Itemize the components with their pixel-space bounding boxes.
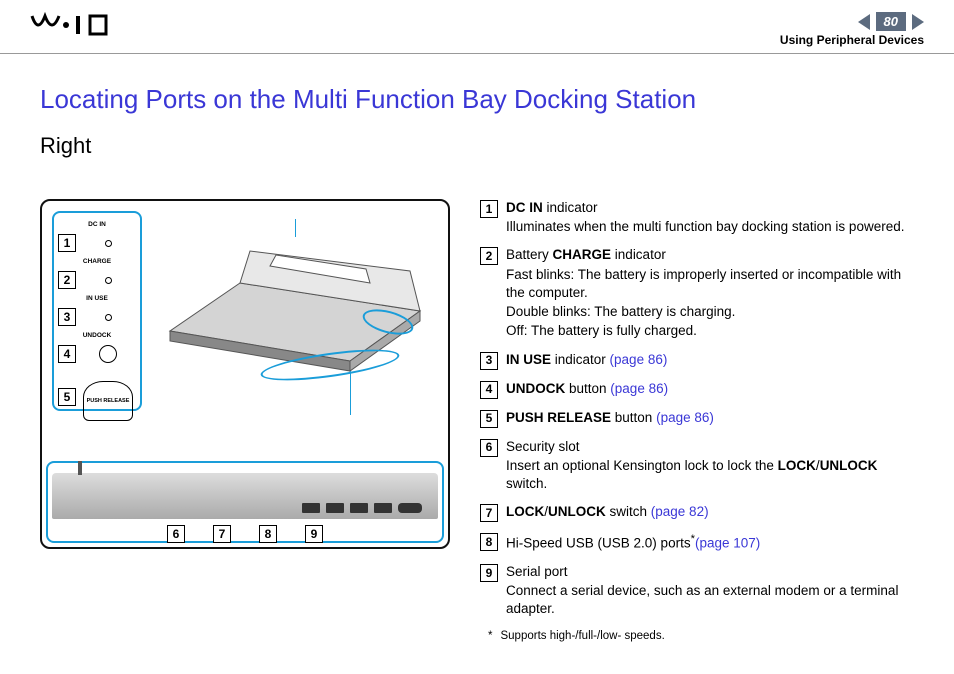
legend-item-3: 3 IN USE indicator (page 86) xyxy=(480,351,914,370)
vaio-logo xyxy=(30,12,140,38)
legend-8-link[interactable]: (page 107) xyxy=(695,536,760,551)
legend-num-9: 9 xyxy=(480,564,498,582)
header-right: 80 Using Peripheral Devices xyxy=(780,12,924,47)
legend-item-4: 4 UNDOCK button (page 86) xyxy=(480,380,914,399)
legend-1-bold: DC IN xyxy=(506,200,543,215)
legend-7-unlock: UNLOCK xyxy=(548,504,606,519)
legend-2-pre: Battery xyxy=(506,247,553,262)
legend-9-title: Serial port xyxy=(506,563,914,581)
legend-item-9: 9 Serial port Connect a serial device, s… xyxy=(480,563,914,619)
lock-switch-icon xyxy=(326,503,344,513)
legend-6-lock: LOCK xyxy=(778,458,816,473)
legend-num-3: 3 xyxy=(480,352,498,370)
legend-2-line3: Off: The battery is fully charged. xyxy=(506,322,914,340)
legend-4-bold: UNDOCK xyxy=(506,381,565,396)
diagram-column: DC IN 1 CHARGE 2 IN USE 3 UNDOCK 4 5 PUSH… xyxy=(40,199,450,644)
page-title: Locating Ports on the Multi Function Bay… xyxy=(40,84,914,115)
legend-8-text: Hi-Speed USB (USB 2.0) ports xyxy=(506,536,691,551)
legend-7-text: switch xyxy=(606,504,651,519)
footnote-text: Supports high-/full-/low- speeds. xyxy=(500,630,664,642)
side-view-panel: 6 7 8 9 xyxy=(46,461,444,543)
legend-num-2: 2 xyxy=(480,247,498,265)
legend-item-8: 8 Hi-Speed USB (USB 2.0) ports*(page 107… xyxy=(480,532,914,553)
callout-4: 4 xyxy=(58,345,76,363)
diagram-box: DC IN 1 CHARGE 2 IN USE 3 UNDOCK 4 5 PUSH… xyxy=(40,199,450,549)
legend-3-bold: IN USE xyxy=(506,352,551,367)
legend-2-line2: Double blinks: The battery is charging. xyxy=(506,303,914,321)
undock-label: UNDOCK xyxy=(58,332,136,339)
page-header: 80 Using Peripheral Devices xyxy=(0,0,954,54)
legend-num-5: 5 xyxy=(480,410,498,428)
legend-5-link[interactable]: (page 86) xyxy=(656,410,714,425)
legend-item-7: 7 LOCK/UNLOCK switch (page 82) xyxy=(480,503,914,522)
serial-port-icon xyxy=(398,503,422,513)
legend-2-bold: CHARGE xyxy=(553,247,612,262)
legend-num-4: 4 xyxy=(480,381,498,399)
legend-num-1: 1 xyxy=(480,200,498,218)
page-subtitle: Right xyxy=(40,133,914,159)
legend-5-bold: PUSH RELEASE xyxy=(506,410,611,425)
legend-column: 1 DC IN indicator Illuminates when the m… xyxy=(480,199,914,644)
legend-5-text: button xyxy=(611,410,656,425)
legend-6-title: Security slot xyxy=(506,438,914,456)
dc-in-label: DC IN xyxy=(58,221,136,228)
legend-1-desc: Illuminates when the multi function bay … xyxy=(506,218,914,236)
push-release-button: PUSH RELEASE xyxy=(83,381,133,421)
page-nav: 80 xyxy=(780,12,924,31)
footnote-asterisk: * xyxy=(488,630,492,642)
indicator-panel: DC IN 1 CHARGE 2 IN USE 3 UNDOCK 4 5PUSH… xyxy=(52,211,142,411)
page-number: 80 xyxy=(876,12,906,31)
legend-6-desc-e: switch. xyxy=(506,476,547,491)
legend-9-desc: Connect a serial device, such as an exte… xyxy=(506,582,914,618)
legend-item-2: 2 Battery CHARGE indicator Fast blinks: … xyxy=(480,246,914,340)
usb-port-icon xyxy=(374,503,392,513)
next-page-arrow[interactable] xyxy=(912,14,924,30)
security-slot-icon xyxy=(302,503,320,513)
in-use-label: IN USE xyxy=(58,295,136,302)
legend-3-text: indicator xyxy=(551,352,610,367)
legend-2-post: indicator xyxy=(611,247,666,262)
legend-7-link[interactable]: (page 82) xyxy=(651,504,709,519)
usb-port-icon xyxy=(350,503,368,513)
callout-8: 8 xyxy=(259,525,277,543)
legend-2-line1: Fast blinks: The battery is improperly i… xyxy=(506,266,914,302)
callout-1: 1 xyxy=(58,234,76,252)
legend-4-text: button xyxy=(565,381,610,396)
callout-3: 3 xyxy=(58,308,76,326)
callout-9: 9 xyxy=(305,525,323,543)
legend-6-desc-a: Insert an optional Kensington lock to lo… xyxy=(506,458,778,473)
legend-7-lock: LOCK xyxy=(506,504,544,519)
legend-num-8: 8 xyxy=(480,533,498,551)
prev-page-arrow[interactable] xyxy=(858,14,870,30)
footnote: * Supports high-/full-/low- speeds. xyxy=(480,629,914,645)
charge-label: CHARGE xyxy=(58,258,136,265)
section-name: Using Peripheral Devices xyxy=(780,33,924,47)
callout-2: 2 xyxy=(58,271,76,289)
legend-num-6: 6 xyxy=(480,439,498,457)
legend-item-1: 1 DC IN indicator Illuminates when the m… xyxy=(480,199,914,236)
legend-item-5: 5 PUSH RELEASE button (page 86) xyxy=(480,409,914,428)
legend-item-6: 6 Security slot Insert an optional Kensi… xyxy=(480,438,914,494)
legend-num-7: 7 xyxy=(480,504,498,522)
callout-5: 5 xyxy=(58,388,76,406)
legend-1-text: indicator xyxy=(543,200,598,215)
callout-6: 6 xyxy=(167,525,185,543)
legend-6-unlock: UNLOCK xyxy=(820,458,878,473)
legend-3-link[interactable]: (page 86) xyxy=(610,352,668,367)
callout-7: 7 xyxy=(213,525,231,543)
legend-4-link[interactable]: (page 86) xyxy=(610,381,668,396)
